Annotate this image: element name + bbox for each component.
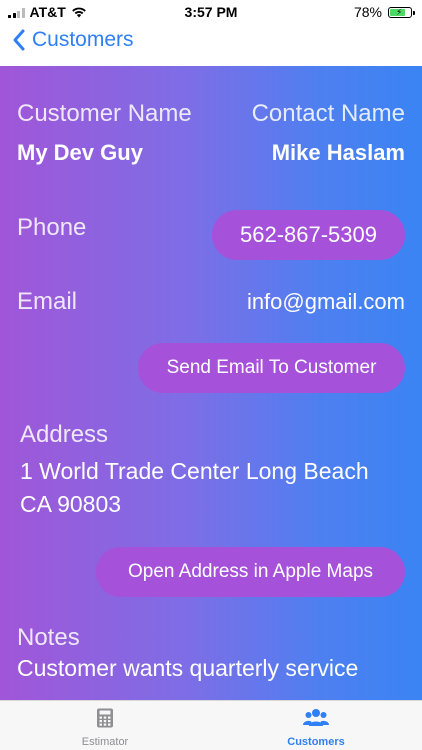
contact-name-value: Mike Haslam (271, 140, 405, 165)
notes-value: Customer wants quarterly service (17, 655, 359, 681)
status-right: 78% ⚡ (353, 4, 415, 20)
tab-estimator-label: Estimator (81, 736, 129, 748)
send-email-button[interactable]: Send Email To Customer (138, 343, 405, 393)
tab-estimator[interactable]: Estimator (45, 708, 165, 748)
chevron-left-icon (13, 29, 25, 51)
notes-label: Notes (17, 624, 80, 651)
address-label: Address (20, 421, 109, 448)
email-label: Email (17, 288, 78, 315)
phone-label: Phone (17, 214, 87, 241)
calculator-icon (97, 708, 113, 728)
open-maps-button[interactable]: Open Address in Apple Maps (96, 547, 405, 597)
tab-bar: Estimator Customers (0, 700, 422, 750)
battery-percent: 78% (353, 4, 382, 20)
tab-customers[interactable]: Customers (256, 708, 376, 748)
back-button-label: Customers (32, 28, 134, 51)
address-line-2: CA 90803 (20, 491, 122, 517)
address-line-1: 1 World Trade Center Long Beach (20, 458, 369, 484)
status-bar: AT&T 3:57 PM 78% ⚡ (0, 0, 422, 24)
phone-button[interactable]: 562-867-5309 (212, 210, 405, 260)
email-value[interactable]: info@gmail.com (247, 289, 405, 315)
charging-bolt-icon: ⚡ (396, 6, 403, 17)
customer-detail-panel: Customer Name Contact Name My Dev Guy Mi… (0, 66, 422, 700)
back-button[interactable]: Customers (12, 28, 134, 52)
tab-customers-label: Customers (287, 736, 345, 748)
navigation-bar: Customers (0, 24, 422, 66)
contact-name-label: Contact Name (251, 100, 405, 127)
customer-name-value: My Dev Guy (17, 140, 143, 165)
customer-name-label: Customer Name (17, 100, 192, 127)
people-icon (303, 709, 329, 726)
battery-icon: ⚡ (388, 6, 415, 18)
